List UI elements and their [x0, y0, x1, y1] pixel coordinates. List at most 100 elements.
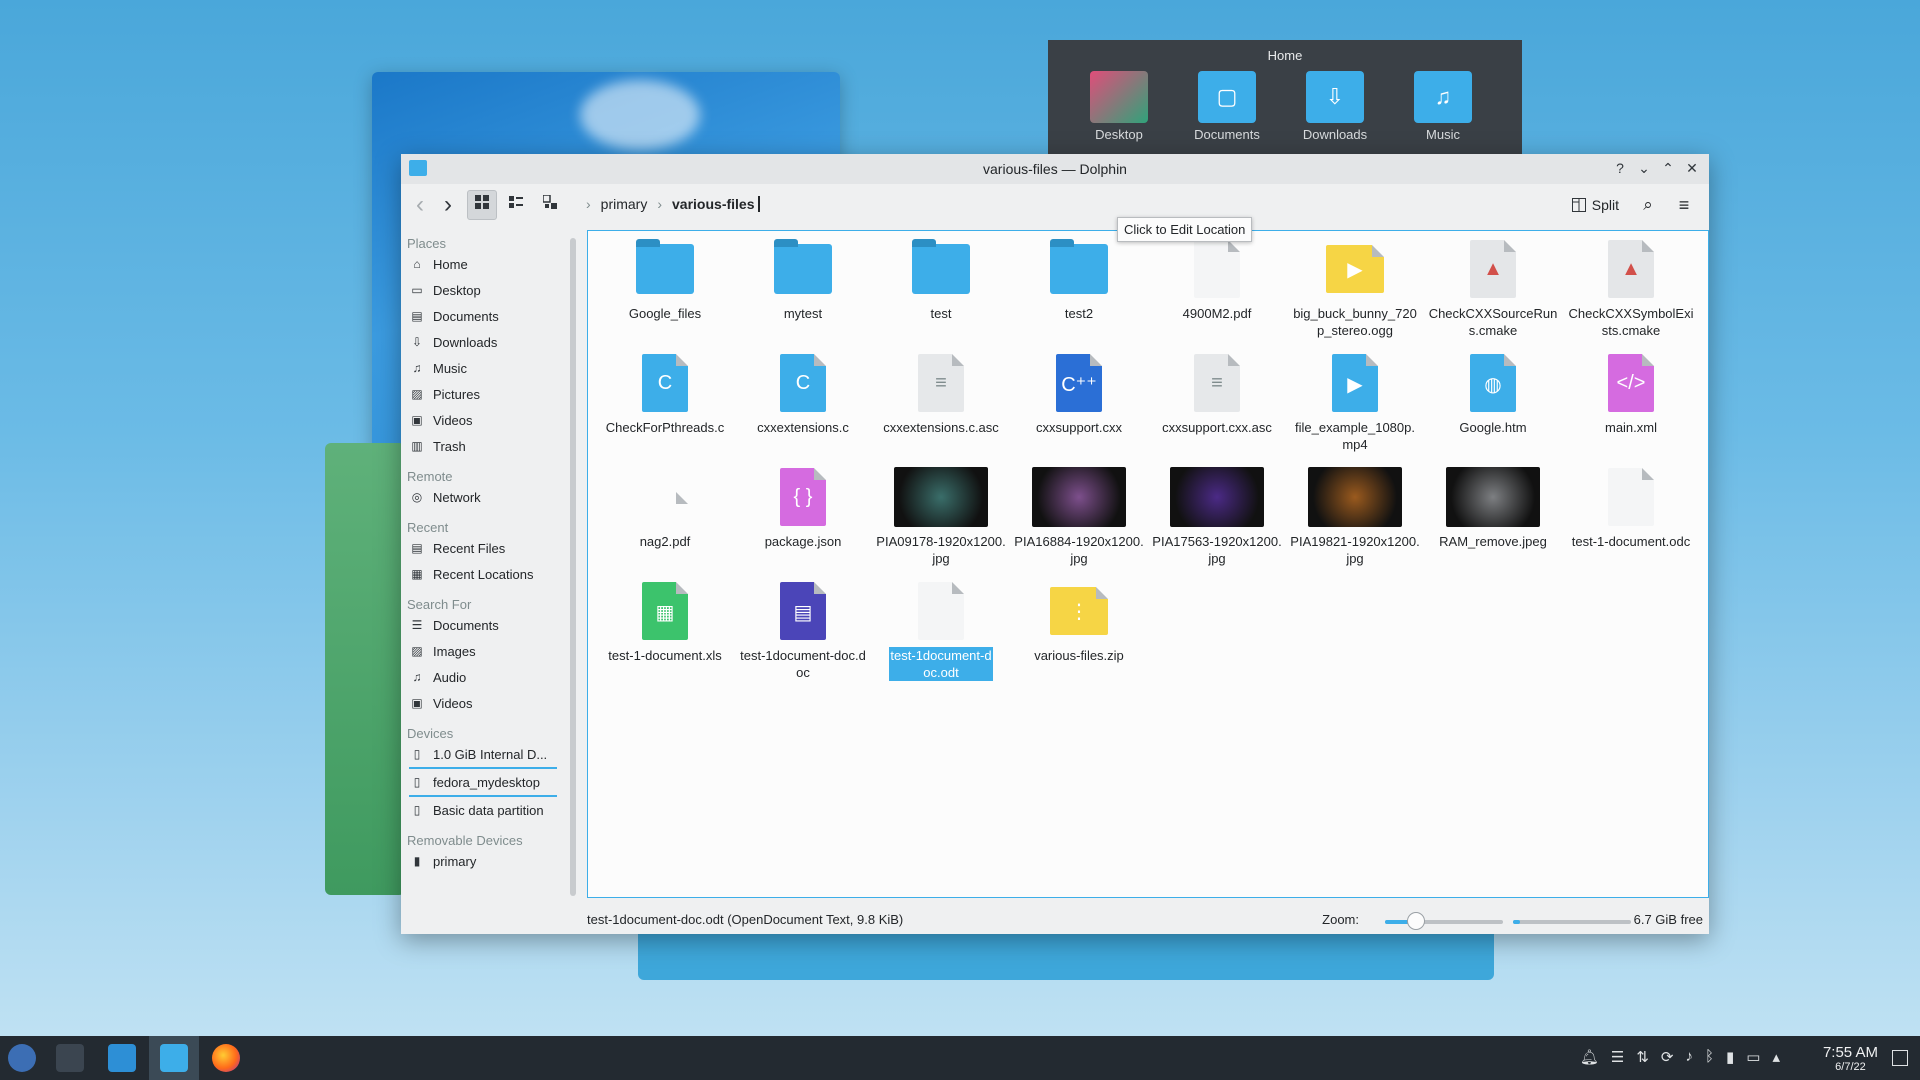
- display-icon[interactable]: ▭: [1746, 1048, 1760, 1066]
- dolphin-taskbar-icon[interactable]: [160, 1044, 188, 1072]
- documents-search-icon: ☰: [411, 618, 423, 632]
- system-settings-icon[interactable]: [56, 1044, 84, 1072]
- file-name: mytest: [783, 306, 823, 321]
- rss-icon[interactable]: ☰: [1611, 1048, 1624, 1066]
- places-item[interactable]: ▯ Basic data partition: [409, 797, 566, 823]
- network-icon[interactable]: ⇅: [1636, 1048, 1649, 1066]
- document-shape: ▦: [642, 582, 688, 640]
- places-group-header: Places: [407, 236, 447, 251]
- drive-icon: ▯: [413, 775, 421, 789]
- update-icon[interactable]: ⟳: [1661, 1048, 1674, 1066]
- minimize-icon[interactable]: ⌄: [1635, 158, 1653, 178]
- sheet-file-icon: ▦: [635, 581, 695, 641]
- file-item[interactable]: PIA09178-1920x1200.jpg: [872, 467, 1010, 581]
- file-item[interactable]: { } package.json: [734, 467, 872, 581]
- clock[interactable]: 7:55 AM 6/7/22: [1823, 1044, 1878, 1073]
- file-item[interactable]: 4900M2.pdf: [1148, 239, 1286, 353]
- places-scrollbar[interactable]: [570, 238, 576, 896]
- zoom-slider-handle[interactable]: [1406, 912, 1425, 930]
- file-name: cxxextensions.c.asc: [883, 420, 999, 435]
- split-button[interactable]: Split: [1566, 190, 1625, 220]
- help-icon[interactable]: ?: [1611, 158, 1629, 178]
- search-icon[interactable]: ⌕: [1635, 195, 1661, 215]
- places-item[interactable]: ▣ Videos: [409, 690, 566, 716]
- close-icon[interactable]: ✕: [1683, 158, 1701, 178]
- zoom-slider[interactable]: [1385, 920, 1503, 924]
- breadcrumb[interactable]: › primary › various-files: [586, 196, 760, 212]
- maximize-icon[interactable]: ⌃: [1659, 158, 1677, 178]
- file-item[interactable]: ▲ CheckCXXSourceRuns.cmake: [1424, 239, 1562, 353]
- file-item[interactable]: test: [872, 239, 1010, 353]
- breadcrumb-separator: ›: [586, 196, 591, 212]
- home-popup-item[interactable]: ▢ Documents: [1186, 71, 1268, 142]
- file-item[interactable]: ▶ file_example_1080p.mp4: [1286, 353, 1424, 467]
- places-item[interactable]: ◎ Network: [409, 484, 566, 510]
- file-item[interactable]: ≡ cxxextensions.c.asc: [872, 353, 1010, 467]
- file-item[interactable]: Google_files: [596, 239, 734, 353]
- file-item[interactable]: ▲ CheckCXXSymbolExists.cmake: [1562, 239, 1700, 353]
- file-item[interactable]: RAM_remove.jpeg: [1424, 467, 1562, 581]
- show-desktop-icon[interactable]: [1892, 1050, 1908, 1066]
- file-view[interactable]: Google_files mytest test test2 4900M2.pdf ▶ bi…: [587, 230, 1709, 898]
- file-item[interactable]: C⁺⁺ cxxsupport.cxx: [1010, 353, 1148, 467]
- places-item[interactable]: ♫ Audio: [409, 664, 566, 690]
- usb-icon[interactable]: ▮: [1726, 1048, 1734, 1066]
- compact-view-button[interactable]: [501, 190, 531, 220]
- bluetooth-icon[interactable]: ᛒ: [1705, 1048, 1714, 1066]
- back-button[interactable]: ‹: [405, 190, 435, 220]
- file-item[interactable]: ◍ Google.htm: [1424, 353, 1562, 467]
- firefox-icon[interactable]: [212, 1044, 240, 1072]
- file-item[interactable]: nag2.pdf: [596, 467, 734, 581]
- home-popup-item[interactable]: ♫ Music: [1402, 71, 1484, 142]
- file-item[interactable]: Ccxxextensions.c: [734, 353, 872, 467]
- forward-button[interactable]: ›: [433, 190, 463, 220]
- expand-tray-icon[interactable]: ▴: [1772, 1048, 1780, 1066]
- file-item[interactable]: test2: [1010, 239, 1148, 353]
- breadcrumb-primary[interactable]: primary: [601, 196, 648, 212]
- places-item[interactable]: ▯ fedora_mydesktop: [409, 769, 557, 797]
- places-item[interactable]: ▤ Documents: [409, 303, 566, 329]
- file-item[interactable]: ▤ test-1document-doc.doc: [734, 581, 872, 695]
- home-popup-item[interactable]: Desktop: [1078, 71, 1160, 142]
- places-item[interactable]: ▨ Images: [409, 638, 566, 664]
- fedora-launcher-icon[interactable]: [8, 1044, 36, 1072]
- file-name: test2: [1064, 306, 1094, 321]
- places-item[interactable]: ▥ Trash: [409, 433, 566, 459]
- places-item[interactable]: ♫ Music: [409, 355, 566, 381]
- places-item-label: Home: [433, 256, 468, 272]
- file-item[interactable]: test-1-document.odc: [1562, 467, 1700, 581]
- file-name: nag2.pdf: [639, 534, 691, 549]
- places-item[interactable]: ☰ Documents: [409, 612, 566, 638]
- file-item[interactable]: test-1document-doc.odt: [872, 581, 1010, 695]
- hamburger-menu-icon[interactable]: ≡: [1671, 195, 1697, 216]
- title-bar[interactable]: various-files — Dolphin ? ⌄ ⌃ ✕: [401, 154, 1709, 184]
- file-item[interactable]: C CheckForPthreads.c: [596, 353, 734, 467]
- places-item[interactable]: ▮ primary: [409, 848, 566, 874]
- volume-icon[interactable]: ♪: [1686, 1048, 1694, 1066]
- file-item[interactable]: ⋮ various-files.zip: [1010, 581, 1148, 695]
- places-item[interactable]: ▨ Pictures: [409, 381, 566, 407]
- places-item[interactable]: ▭ Desktop: [409, 277, 566, 303]
- recent-files-icon: ▤: [411, 541, 423, 555]
- file-item[interactable]: ≡ cxxsupport.cxx.asc: [1148, 353, 1286, 467]
- file-item[interactable]: PIA17563-1920x1200.jpg: [1148, 467, 1286, 581]
- notifications-icon[interactable]: 🔔︎: [1580, 1048, 1599, 1066]
- details-view-button[interactable]: [535, 190, 565, 220]
- file-item[interactable]: </> main.xml: [1562, 353, 1700, 467]
- places-item[interactable]: ⌂ Home: [409, 251, 566, 277]
- breadcrumb-current[interactable]: various-files: [672, 196, 760, 212]
- file-item[interactable]: PIA19821-1920x1200.jpg: [1286, 467, 1424, 581]
- file-item[interactable]: mytest: [734, 239, 872, 353]
- home-popup-item[interactable]: ⇩ Downloads: [1294, 71, 1376, 142]
- places-item[interactable]: ▦ Recent Locations: [409, 561, 566, 587]
- discover-icon[interactable]: [108, 1044, 136, 1072]
- file-item[interactable]: ▶ big_buck_bunny_720p_stereo.ogg: [1286, 239, 1424, 353]
- file-item[interactable]: PIA16884-1920x1200.jpg: [1010, 467, 1148, 581]
- places-item[interactable]: ⇩ Downloads: [409, 329, 566, 355]
- audio-doc-shape: ▶: [1326, 245, 1384, 293]
- file-item[interactable]: ▦ test-1-document.xls: [596, 581, 734, 695]
- places-item[interactable]: ▤ Recent Files: [409, 535, 566, 561]
- icons-view-button[interactable]: [467, 190, 497, 220]
- places-item[interactable]: ▣ Videos: [409, 407, 566, 433]
- places-item[interactable]: ▯ 1.0 GiB Internal D...: [409, 741, 557, 769]
